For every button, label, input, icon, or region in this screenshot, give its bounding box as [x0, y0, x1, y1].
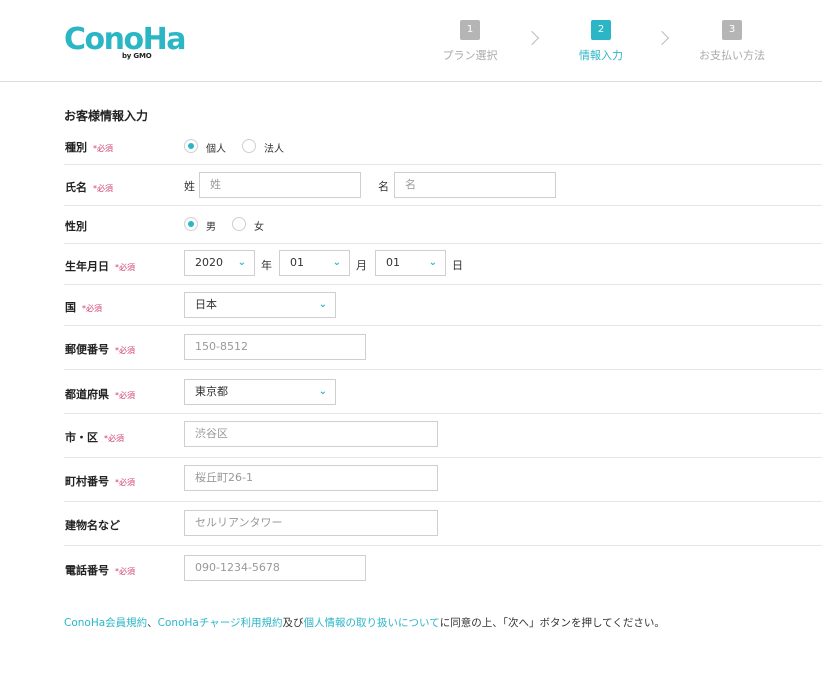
privacy-link[interactable]: 個人情報の取り扱いについて: [304, 617, 440, 629]
required-badge: *必須: [115, 391, 135, 400]
required-badge: *必須: [115, 478, 135, 487]
and-text: 及び: [282, 617, 304, 629]
field-label: 性別: [65, 220, 87, 233]
radio-label: 女: [254, 222, 264, 233]
radio-label: 男: [206, 222, 216, 233]
field-label-text: 種別: [65, 141, 87, 154]
row-birthdate: 生年月日 *必須 2020 ⌄ 年 01 ⌄ 月 01 ⌄ 日: [64, 244, 822, 285]
row-type: 種別 *必須 個人 法人: [64, 127, 822, 165]
row-city: 市・区 *必須 渋谷区: [64, 414, 822, 458]
postal-code-input[interactable]: 150-8512: [184, 334, 366, 360]
step-label: プラン選択: [442, 49, 498, 62]
row-building: 建物名など セルリアンタワー: [64, 502, 822, 546]
step-number: 3: [722, 20, 742, 40]
radio-label: 個人: [206, 144, 226, 155]
month-unit: 月: [356, 259, 367, 272]
step-number: 2: [591, 20, 611, 40]
row-name: 氏名 *必須 姓 姓 名 名: [64, 165, 822, 206]
step-label: 情報入力: [579, 49, 623, 62]
day-unit: 日: [452, 259, 463, 272]
charge-terms-link[interactable]: ConoHaチャージ利用規約: [158, 617, 283, 629]
field-label: 生年月日 *必須: [65, 258, 135, 274]
chevron-down-icon: ⌄: [332, 257, 341, 268]
field-label: 市・区 *必須: [65, 429, 124, 445]
field-label-text: 生年月日: [65, 260, 109, 273]
field-label: 町村番号 *必須: [65, 473, 135, 489]
radio-male[interactable]: [184, 217, 198, 231]
country-select[interactable]: 日本 ⌄: [184, 292, 336, 318]
step-payment: 3 お支払い方法: [687, 20, 777, 63]
prefecture-select[interactable]: 東京都 ⌄: [184, 379, 336, 405]
select-value: 日本: [195, 298, 217, 311]
field-label-text: 国: [65, 301, 76, 314]
required-badge: *必須: [82, 304, 102, 313]
city-input[interactable]: 渋谷区: [184, 421, 438, 447]
field-label: 郵便番号 *必須: [65, 341, 135, 357]
chevron-down-icon: ⌄: [428, 257, 437, 268]
field-label: 電話番号 *必須: [65, 562, 135, 578]
radio-label: 法人: [264, 144, 284, 155]
row-prefecture: 都道府県 *必須 東京都 ⌄: [64, 370, 822, 414]
field-label-text: 町村番号: [65, 475, 109, 488]
notice-tail: に同意の上、「次へ」ボタンを押してください。: [439, 617, 665, 629]
required-badge: *必須: [93, 144, 113, 153]
field-label-text: 郵便番号: [65, 343, 109, 356]
required-badge: *必須: [93, 184, 113, 193]
first-name-label: 名: [378, 180, 389, 193]
conoha-logo[interactable]: ConoHa by GMO: [64, 22, 186, 62]
building-input[interactable]: セルリアンタワー: [184, 510, 438, 536]
field-label-text: 電話番号: [65, 564, 109, 577]
radio-female[interactable]: [232, 217, 246, 231]
chevron-down-icon: ⌄: [318, 386, 327, 397]
required-badge: *必須: [104, 434, 124, 443]
header: ConoHa by GMO 1 プラン選択 2 情報入力 3 お支払い方法: [0, 0, 822, 82]
radio-corporate[interactable]: [242, 139, 256, 153]
terms-notice: ConoHa会員規約、ConoHaチャージ利用規約及び個人情報の取り扱いについて…: [64, 615, 665, 630]
first-name-input[interactable]: 名: [394, 172, 556, 198]
field-label-text: 氏名: [65, 181, 87, 194]
birth-year-select[interactable]: 2020 ⌄: [184, 250, 255, 276]
birth-day-select[interactable]: 01 ⌄: [375, 250, 446, 276]
field-label: 氏名 *必須: [65, 179, 113, 195]
row-country: 国 *必須 日本 ⌄: [64, 285, 822, 326]
chevron-down-icon: ⌄: [237, 257, 246, 268]
row-town: 町村番号 *必須 桜丘町26-1: [64, 458, 822, 502]
step-info: 2 情報入力: [556, 20, 646, 63]
chevron-right-icon: [654, 30, 670, 46]
select-value: 2020: [195, 256, 223, 269]
birth-month-select[interactable]: 01 ⌄: [279, 250, 350, 276]
chevron-down-icon: ⌄: [318, 299, 327, 310]
select-value: 東京都: [195, 385, 228, 398]
separator-text: 、: [147, 617, 158, 629]
required-badge: *必須: [115, 263, 135, 272]
year-unit: 年: [261, 259, 272, 272]
field-label: 都道府県 *必須: [65, 386, 135, 402]
required-badge: *必須: [115, 346, 135, 355]
row-postal: 郵便番号 *必須 150-8512: [64, 326, 822, 370]
phone-input[interactable]: 090-1234-5678: [184, 555, 366, 581]
select-value: 01: [290, 256, 304, 269]
chevron-right-icon: [524, 30, 540, 46]
last-name-input[interactable]: 姓: [199, 172, 361, 198]
terms-link[interactable]: ConoHa会員規約: [64, 617, 147, 629]
required-badge: *必須: [115, 567, 135, 576]
step-plan: 1 プラン選択: [425, 20, 515, 63]
radio-individual[interactable]: [184, 139, 198, 153]
field-label: 国 *必須: [65, 299, 102, 315]
row-phone: 電話番号 *必須 090-1234-5678: [64, 546, 822, 592]
town-input[interactable]: 桜丘町26-1: [184, 465, 438, 491]
row-gender: 性別 男 女: [64, 206, 822, 244]
select-value: 01: [386, 256, 400, 269]
last-name-label: 姓: [184, 180, 195, 193]
field-label-text: 市・区: [65, 431, 98, 444]
step-number: 1: [460, 20, 480, 40]
field-label: 建物名など: [65, 519, 120, 532]
field-label: 種別 *必須: [65, 139, 113, 155]
section-title: お客様情報入力: [64, 109, 149, 123]
step-label: お支払い方法: [699, 49, 765, 62]
field-label-text: 都道府県: [65, 388, 109, 401]
logo-sub: by GMO: [122, 52, 152, 60]
